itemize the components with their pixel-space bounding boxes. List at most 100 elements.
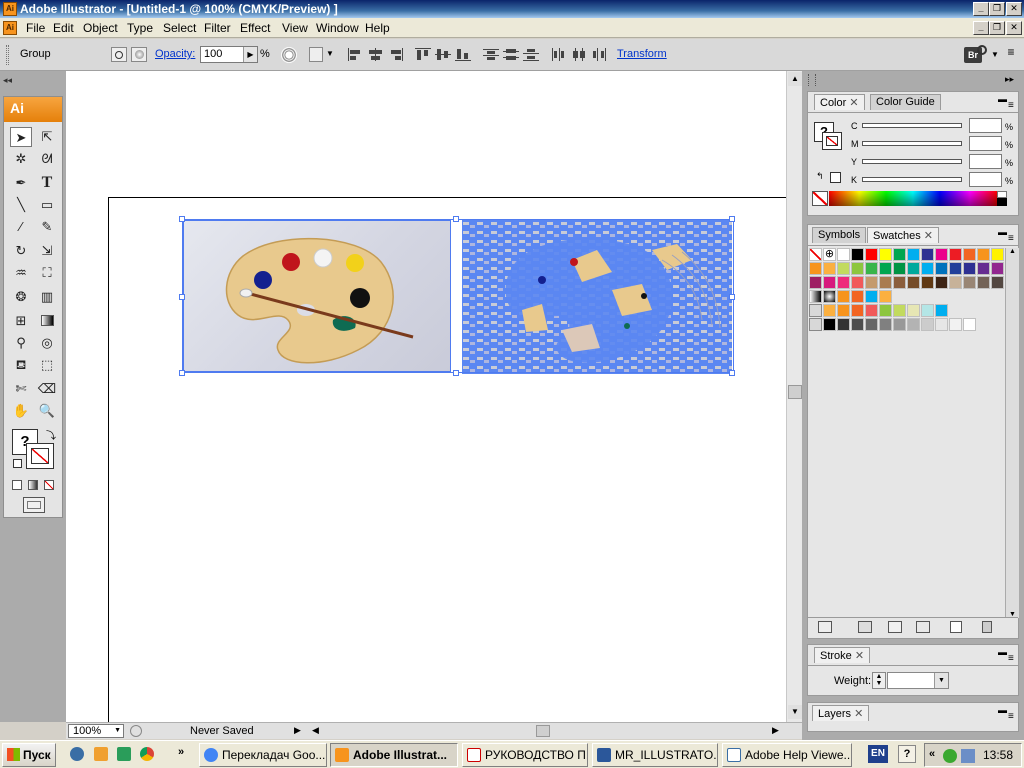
tab-color-guide[interactable]: Color Guide xyxy=(870,94,941,110)
handle-tc[interactable] xyxy=(453,216,459,222)
distribute-right-icon[interactable] xyxy=(591,48,607,61)
scroll-down-icon[interactable]: ▼ xyxy=(788,705,802,719)
m-slider[interactable] xyxy=(862,141,962,146)
chrome-quicklaunch-icon[interactable] xyxy=(140,747,154,761)
color-swatch[interactable] xyxy=(921,304,934,317)
close-tab-icon[interactable]: ✕ xyxy=(855,650,864,662)
layers-panel-menu-icon[interactable]: ≡ xyxy=(1008,711,1014,722)
swap-fill-stroke-icon[interactable]: ⤵ xyxy=(46,427,56,442)
c-slider[interactable] xyxy=(862,123,962,128)
type-tool-icon[interactable]: T xyxy=(36,173,58,193)
out-of-gamut-icon[interactable]: ↰ xyxy=(816,171,824,182)
handle-bl[interactable] xyxy=(179,370,185,376)
scroll-left-icon[interactable]: ◀ xyxy=(312,725,319,736)
color-swatch[interactable] xyxy=(991,276,1004,289)
handle-tr[interactable] xyxy=(729,216,735,222)
color-swatch[interactable] xyxy=(935,318,948,331)
scroll-thumb-h[interactable] xyxy=(536,725,550,737)
handle-tl[interactable] xyxy=(179,216,185,222)
handle-bc[interactable] xyxy=(453,370,459,376)
black-swatch[interactable] xyxy=(997,198,1007,206)
color-swatch[interactable] xyxy=(879,304,892,317)
weight-stepper-icon[interactable]: ▲ ▼ xyxy=(872,672,886,689)
m-input[interactable] xyxy=(969,136,1002,151)
scale-tool-icon[interactable]: ⇲ xyxy=(36,241,58,261)
tab-symbols[interactable]: Symbols xyxy=(812,227,867,243)
align-center-h-icon[interactable] xyxy=(368,48,384,61)
show-swatch-kinds-icon[interactable] xyxy=(858,621,872,633)
opacity-arrow-icon[interactable]: ▶ xyxy=(243,47,257,62)
doc-close-icon[interactable]: ✕ xyxy=(1006,21,1022,35)
color-swatch[interactable] xyxy=(823,276,836,289)
tray-expand-icon[interactable]: « xyxy=(929,748,935,760)
language-indicator[interactable]: EN xyxy=(868,745,888,763)
color-swatch[interactable] xyxy=(865,290,878,303)
mesh-tool-icon[interactable]: ⊞ xyxy=(10,311,32,331)
rectangle-tool-icon[interactable]: ▭ xyxy=(36,195,58,215)
color-swatch[interactable] xyxy=(823,318,836,331)
y-slider[interactable] xyxy=(862,159,962,164)
default-fill-stroke-icon[interactable] xyxy=(13,459,22,468)
warp-tool-icon[interactable]: ♒ xyxy=(10,263,32,283)
menu-window[interactable]: Window xyxy=(316,21,359,35)
tab-layers[interactable]: Layers ✕ xyxy=(812,705,870,721)
panel-collapse-icon[interactable]: ▬ xyxy=(998,647,1007,657)
registration-swatch-icon[interactable]: ⊕ xyxy=(823,248,836,261)
color-swatch[interactable] xyxy=(879,290,892,303)
handle-ml[interactable] xyxy=(179,294,185,300)
free-transform-tool-icon[interactable]: ⛶ xyxy=(36,263,58,283)
canvas[interactable] xyxy=(66,71,788,727)
color-swatch[interactable] xyxy=(907,304,920,317)
menu-file[interactable]: File xyxy=(26,21,45,35)
last-color-swatch[interactable] xyxy=(830,172,841,183)
pen-tool-icon[interactable]: ✒ xyxy=(10,173,32,193)
color-swatch[interactable] xyxy=(991,248,1004,261)
menu-edit[interactable]: Edit xyxy=(53,21,74,35)
swatch-options-icon[interactable] xyxy=(888,621,902,633)
color-swatch[interactable] xyxy=(893,248,906,261)
eyedropper-tool-icon[interactable]: ⚲ xyxy=(10,333,32,353)
tab-stroke[interactable]: Stroke ✕ xyxy=(814,647,871,663)
close-tab-icon[interactable]: ✕ xyxy=(854,708,863,720)
paintbrush-tool-icon[interactable]: ∕ xyxy=(10,217,32,237)
app-quicklaunch-icon[interactable] xyxy=(117,747,131,761)
distribute-bottom-icon[interactable] xyxy=(523,48,539,61)
color-swatch[interactable] xyxy=(907,318,920,331)
delete-swatch-icon[interactable] xyxy=(982,621,992,633)
help-tray-icon[interactable]: ? xyxy=(898,745,916,763)
color-swatch[interactable] xyxy=(977,262,990,275)
close-tab-icon[interactable]: ✕ xyxy=(849,97,858,109)
color-swatch[interactable] xyxy=(921,318,934,331)
color-swatch[interactable] xyxy=(865,262,878,275)
folder-quicklaunch-icon[interactable] xyxy=(94,747,108,761)
stroke-panel-menu-icon[interactable]: ≡ xyxy=(1008,653,1014,664)
column-graph-tool-icon[interactable]: ▥ xyxy=(36,287,58,307)
zoom-select[interactable]: 100% ▼ xyxy=(68,724,124,738)
distribute-center-v-icon[interactable] xyxy=(503,48,519,61)
color-swatch[interactable] xyxy=(949,248,962,261)
distribute-center-h-icon[interactable] xyxy=(571,48,587,61)
version-cue-icon[interactable] xyxy=(130,725,142,737)
doc-restore-icon[interactable]: ❐ xyxy=(989,21,1005,35)
gradient-swatch[interactable] xyxy=(809,290,822,303)
c-input[interactable] xyxy=(969,118,1002,133)
color-swatch[interactable] xyxy=(809,276,822,289)
color-swatch[interactable] xyxy=(879,262,892,275)
ie-quicklaunch-icon[interactable] xyxy=(70,747,84,761)
color-swatch[interactable] xyxy=(837,304,850,317)
new-swatch-icon[interactable] xyxy=(950,621,962,633)
hand-tool-icon[interactable]: ✋ xyxy=(10,401,32,421)
menu-object[interactable]: Object xyxy=(83,21,118,35)
align-to-icon[interactable] xyxy=(309,47,323,62)
handle-br[interactable] xyxy=(729,370,735,376)
none-mode-icon[interactable] xyxy=(44,480,54,490)
color-swatch[interactable] xyxy=(921,248,934,261)
color-swatch[interactable] xyxy=(977,248,990,261)
color-swatch[interactable] xyxy=(837,276,850,289)
color-swatch[interactable] xyxy=(879,318,892,331)
color-panel-menu-icon[interactable]: ≡ xyxy=(1008,100,1014,111)
color-swatch[interactable] xyxy=(949,318,962,331)
color-swatch[interactable] xyxy=(851,290,864,303)
color-swatch[interactable] xyxy=(823,262,836,275)
color-swatch[interactable] xyxy=(851,318,864,331)
